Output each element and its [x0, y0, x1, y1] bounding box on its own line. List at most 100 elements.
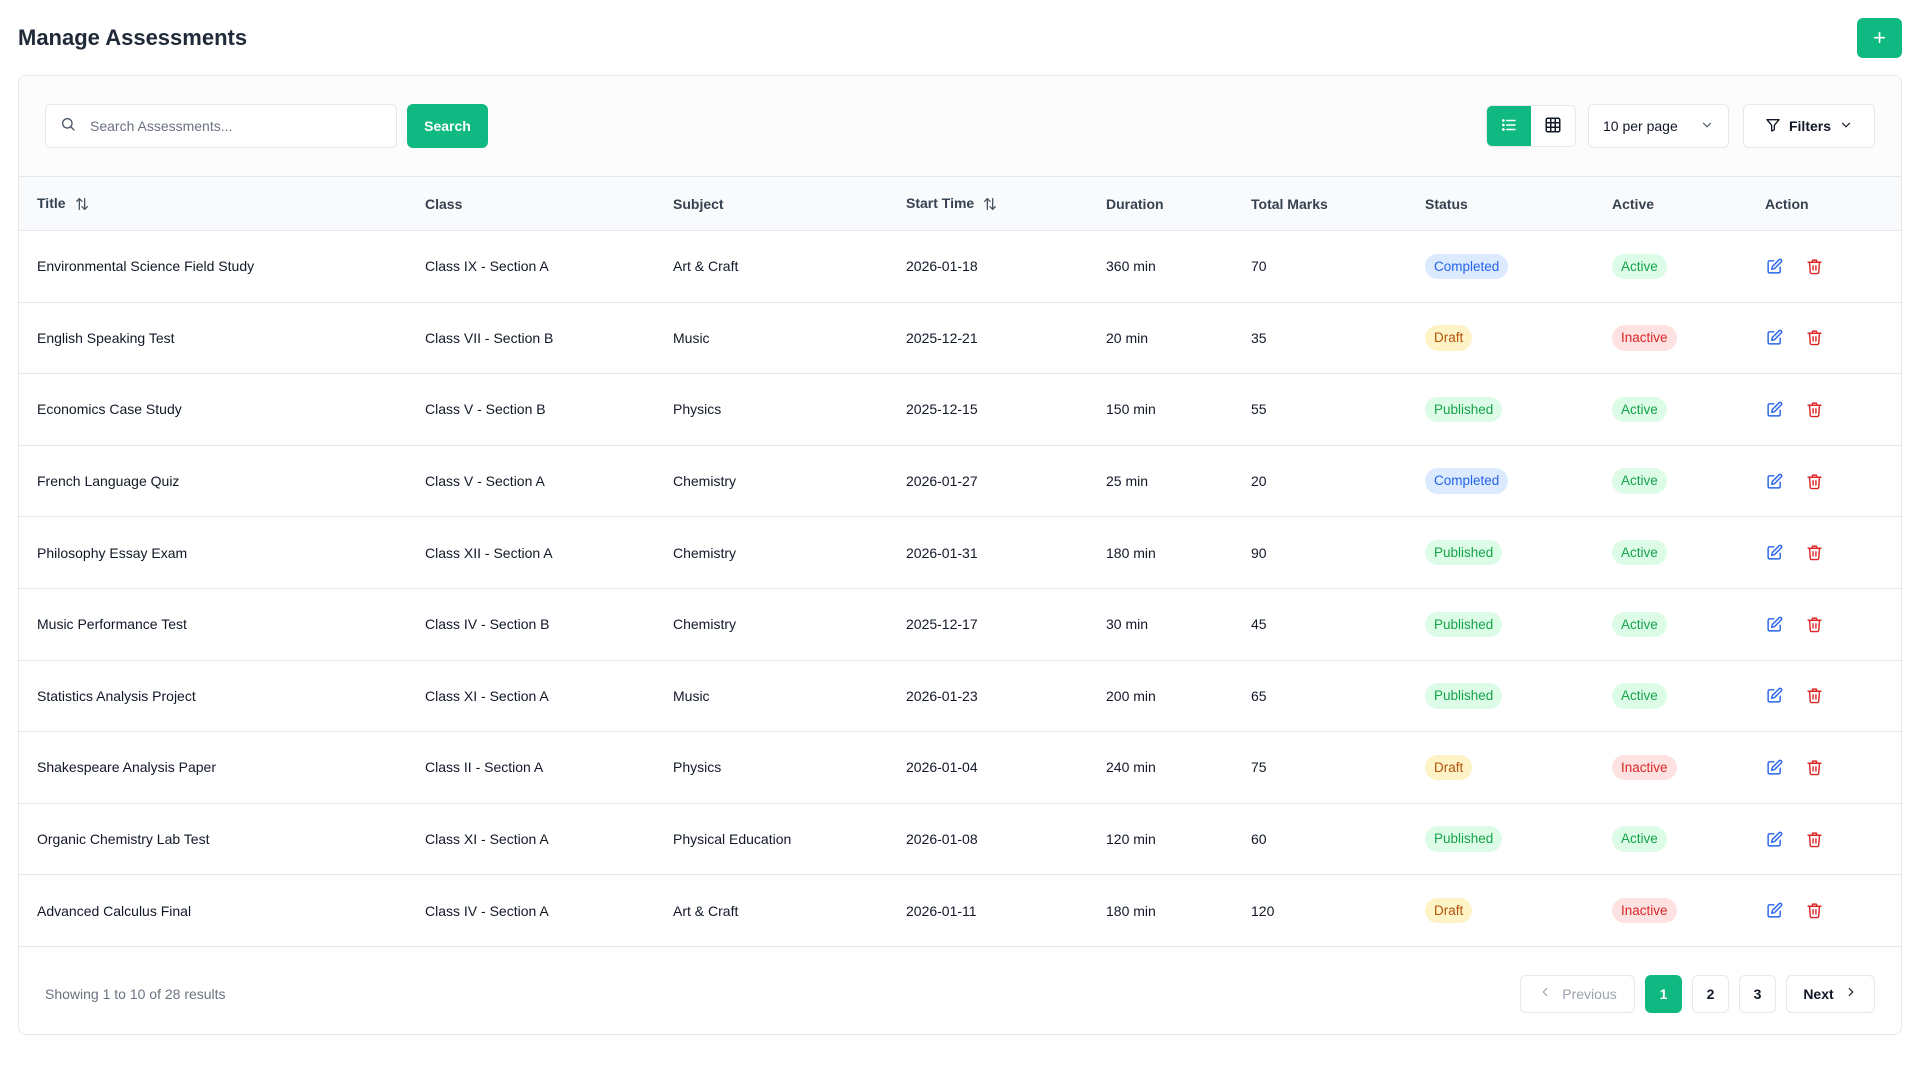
edit-icon[interactable]	[1765, 902, 1783, 920]
active-badge: Active	[1612, 468, 1667, 494]
cell-class: Class VII - Section B	[425, 329, 554, 346]
per-page-select[interactable]: 10 per page	[1588, 104, 1729, 148]
cell-class: Class II - Section A	[425, 759, 544, 776]
edit-icon[interactable]	[1765, 472, 1783, 490]
column-header-title[interactable]: Title	[19, 177, 407, 231]
page: Manage Assessments + Search Assessments.…	[0, 0, 1920, 1080]
cell-total-marks: 55	[1251, 401, 1267, 418]
status-badge: Published	[1425, 396, 1503, 423]
edit-icon[interactable]	[1765, 544, 1783, 562]
cell-subject: Physics	[673, 401, 722, 418]
cell-title: Economics Case Study	[37, 401, 182, 418]
trash-icon[interactable]	[1805, 329, 1823, 347]
cell-status: Published	[1407, 588, 1594, 660]
status-badge: Completed	[1425, 253, 1509, 280]
edit-icon[interactable]	[1765, 257, 1783, 275]
edit-icon[interactable]	[1765, 687, 1783, 705]
column-header-class: Class	[425, 195, 463, 212]
active-badge: Inactive	[1612, 754, 1677, 781]
cell-title: Advanced Calculus Final	[37, 902, 192, 919]
active-badge: Active	[1612, 826, 1667, 852]
filters-button[interactable]: Filters	[1743, 104, 1875, 148]
cell-duration: 360 min	[1106, 258, 1156, 275]
cell-active: Inactive	[1594, 302, 1747, 374]
cell-title: Statistics Analysis Project	[37, 687, 196, 704]
trash-icon[interactable]	[1805, 758, 1823, 776]
cell-start-time: 2026-01-18	[906, 258, 978, 275]
chevron-down-icon	[1700, 118, 1714, 135]
view-toggle	[1486, 105, 1576, 147]
trash-icon[interactable]	[1805, 687, 1823, 705]
cell-start-time: 2026-01-11	[906, 902, 977, 919]
edit-icon[interactable]	[1765, 615, 1783, 633]
assessments-table: Title Class Subject Start Time Duration …	[19, 176, 1901, 947]
table-row: Shakespeare Analysis Paper Class II - Sec…	[19, 732, 1901, 804]
search-box[interactable]	[45, 104, 397, 148]
trash-icon[interactable]	[1805, 544, 1823, 562]
grid-view-button[interactable]	[1531, 106, 1575, 146]
cell-subject: Physical Education	[673, 831, 792, 848]
cell-status: Published	[1407, 660, 1594, 732]
column-header-start-time[interactable]: Start Time	[888, 177, 1088, 231]
trash-icon[interactable]	[1805, 830, 1823, 848]
add-assessment-button[interactable]: +	[1857, 18, 1902, 58]
cell-class: Class XI - Section A	[425, 687, 549, 704]
cell-title: French Language Quiz	[37, 473, 180, 490]
edit-icon[interactable]	[1765, 400, 1783, 418]
edit-icon[interactable]	[1765, 329, 1783, 347]
cell-action	[1747, 517, 1901, 589]
cell-title: English Speaking Test	[37, 329, 175, 346]
cell-active: Active	[1594, 803, 1747, 875]
search-button[interactable]: Search	[407, 104, 488, 148]
cell-start-time: 2025-12-17	[906, 616, 978, 633]
cell-title: Philosophy Essay Exam	[37, 544, 188, 561]
column-header-subject: Subject	[673, 195, 724, 212]
cell-total-marks: 35	[1251, 329, 1267, 346]
cell-action	[1747, 445, 1901, 517]
table-row: English Speaking Test Class VII - Section…	[19, 302, 1901, 374]
table-row: Philosophy Essay Exam Class XII - Section…	[19, 517, 1901, 589]
cell-action	[1747, 302, 1901, 374]
page-button-1[interactable]: 1	[1645, 974, 1682, 1013]
trash-icon[interactable]	[1805, 615, 1823, 633]
next-page-button[interactable]: Next	[1786, 974, 1875, 1013]
sort-icon[interactable]	[982, 196, 998, 212]
trash-icon[interactable]	[1805, 472, 1823, 490]
trash-icon[interactable]	[1805, 902, 1823, 920]
assessments-card: Search 10 per page	[18, 75, 1902, 1035]
cell-action	[1747, 374, 1901, 446]
trash-icon[interactable]	[1805, 257, 1823, 275]
cell-action	[1747, 660, 1901, 732]
table-row: Environmental Science Field Study Class I…	[19, 231, 1901, 303]
cell-class: Class XI - Section A	[425, 831, 549, 848]
edit-icon[interactable]	[1765, 758, 1783, 776]
cell-active: Active	[1594, 445, 1747, 517]
list-view-button[interactable]	[1487, 106, 1531, 146]
cell-start-time: 2026-01-04	[906, 759, 978, 776]
page-button-3[interactable]: 3	[1739, 974, 1776, 1013]
trash-icon[interactable]	[1805, 400, 1823, 418]
active-badge: Inactive	[1612, 897, 1677, 924]
chevron-left-icon	[1538, 985, 1552, 1002]
cell-status: Published	[1407, 374, 1594, 446]
edit-icon[interactable]	[1765, 830, 1783, 848]
cell-status: Completed	[1407, 445, 1594, 517]
pagination: Previous 1 2 3 Next	[1520, 974, 1875, 1013]
cell-total-marks: 65	[1251, 687, 1267, 704]
cell-start-time: 2026-01-27	[906, 473, 978, 490]
status-badge: Published	[1425, 826, 1503, 852]
cell-total-marks: 45	[1251, 616, 1267, 633]
column-header-duration: Duration	[1106, 195, 1164, 212]
page-button-2[interactable]: 2	[1692, 974, 1729, 1013]
sort-icon[interactable]	[74, 196, 90, 212]
cell-active: Active	[1594, 588, 1747, 660]
cell-total-marks: 120	[1251, 902, 1275, 919]
cell-subject: Music	[673, 329, 710, 346]
cell-total-marks: 90	[1251, 544, 1267, 561]
search-input[interactable]	[90, 118, 382, 134]
search-icon	[60, 116, 76, 137]
previous-page-button[interactable]: Previous	[1520, 974, 1635, 1013]
status-badge: Published	[1425, 683, 1503, 709]
cell-start-time: 2025-12-21	[906, 329, 978, 346]
cell-start-time: 2026-01-23	[906, 687, 978, 704]
